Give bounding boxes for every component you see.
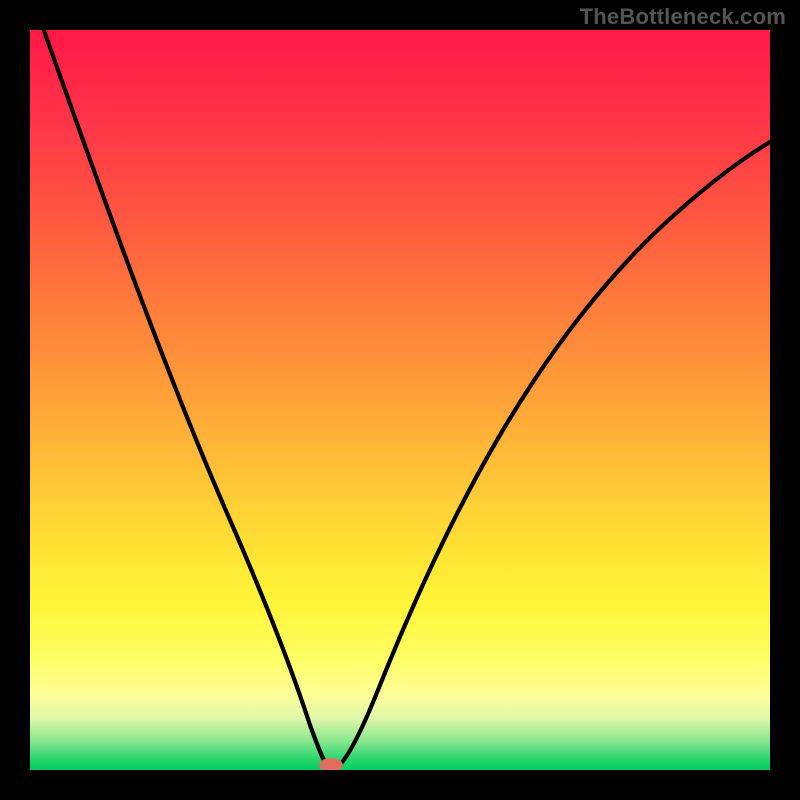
chart-frame: TheBottleneck.com xyxy=(0,0,800,800)
plot-area xyxy=(30,30,770,770)
watermark-text: TheBottleneck.com xyxy=(580,4,786,30)
bottleneck-curve xyxy=(30,30,770,770)
curve-path xyxy=(42,30,770,768)
